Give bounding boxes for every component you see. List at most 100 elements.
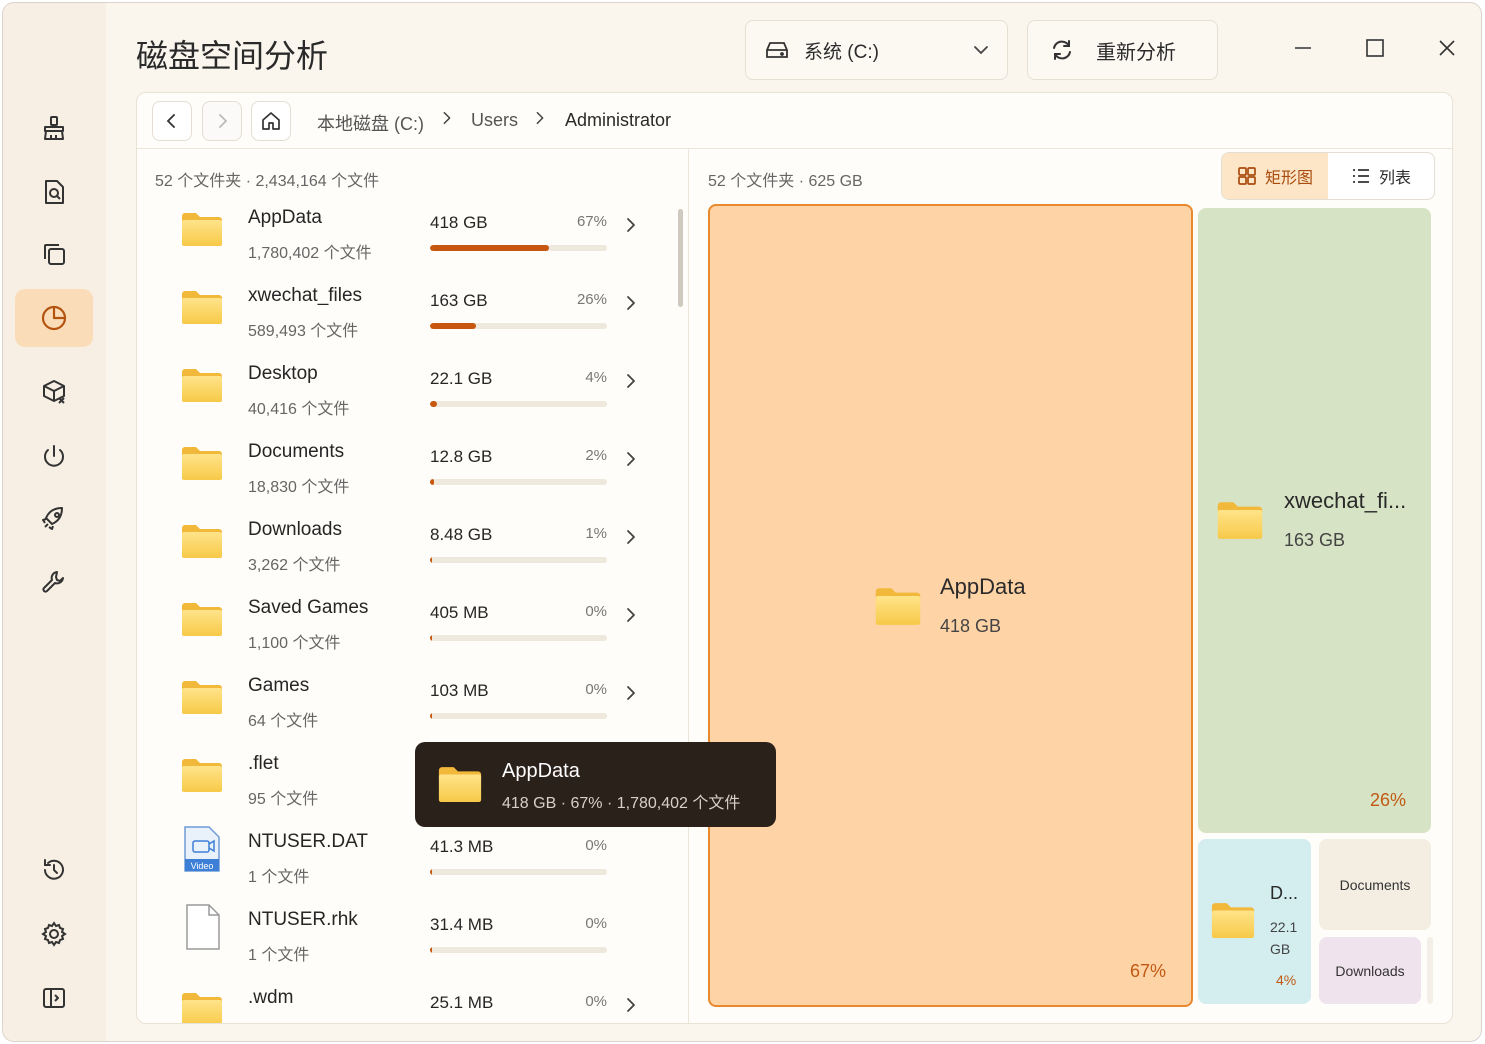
folder-icon (181, 211, 223, 247)
item-file-count: 95 个文件 (248, 791, 319, 808)
tile-percent: 4% (1276, 972, 1297, 988)
treemap-tile-others[interactable] (1427, 937, 1433, 1004)
list-item[interactable]: NTUSER.rhk 1 个文件 31.4 MB 0% (137, 899, 677, 977)
chevron-right-icon[interactable] (623, 217, 639, 238)
item-name: .wdm (248, 987, 294, 1008)
treemap-tile-xwechat[interactable]: xwechat_fi... 163 GB 26% (1198, 208, 1431, 833)
folder-icon (1216, 500, 1264, 540)
svg-text:Video: Video (191, 861, 214, 871)
tile-name: Documents (1339, 877, 1411, 893)
history-icon[interactable] (15, 841, 93, 899)
treemap-tile-documents[interactable]: Documents (1319, 839, 1431, 930)
tile-size: 163 GB (1284, 530, 1346, 550)
item-name: Downloads (248, 519, 342, 540)
list-view-label: 列表 (1378, 170, 1411, 187)
usage-bar-fill (430, 245, 549, 251)
back-button[interactable] (152, 101, 192, 141)
list-item[interactable]: Downloads 3,262 个文件 8.48 GB 1% (137, 509, 677, 587)
list-item[interactable]: AppData 1,780,402 个文件 418 GB 67% (137, 197, 677, 275)
tile-size-line1: 22.1 (1270, 919, 1298, 935)
breadcrumb-item-drive[interactable]: 本地磁盘 (C:) (317, 110, 424, 136)
drive-select[interactable]: 系统 (C:) (745, 20, 1008, 80)
tools-wrench-icon[interactable] (15, 553, 93, 611)
item-percent: 0% (585, 915, 607, 932)
grid-icon (1238, 167, 1256, 185)
item-file-count: 1 个文件 (248, 947, 310, 964)
list-item[interactable]: xwechat_files 589,493 个文件 163 GB 26% (137, 275, 677, 353)
treemap-view-label: 矩形图 (1264, 170, 1313, 187)
uninstall-package-icon[interactable] (15, 363, 93, 421)
list-summary: 52 个文件夹 · 2,434,164 个文件 (155, 173, 380, 190)
item-percent: 67% (576, 213, 607, 230)
usage-bar-fill (430, 401, 438, 407)
treemap-tile-downloads[interactable]: Downloads (1319, 937, 1421, 1004)
item-size: 41.3 MB (430, 837, 494, 856)
breadcrumb-item-administrator[interactable]: Administrator (565, 110, 671, 131)
tile-percent: 26% (1370, 790, 1407, 810)
treemap-tile-appdata[interactable]: AppData 418 GB 67% (708, 204, 1193, 1007)
item-file-count: 1,780,402 个文件 (248, 245, 372, 262)
minimize-icon[interactable] (1288, 33, 1318, 63)
chevron-right-icon[interactable] (623, 529, 639, 550)
file-icon (181, 903, 223, 950)
disk-analysis-icon[interactable] (15, 289, 93, 347)
list-item[interactable]: Video NTUSER.DAT 1 个文件 41.3 MB 0% (137, 821, 677, 899)
cleanup-icon[interactable] (15, 99, 93, 157)
chevron-right-icon[interactable] (623, 685, 639, 706)
item-name: Desktop (248, 363, 318, 384)
collapse-sidebar-icon[interactable] (15, 969, 93, 1027)
folder-icon (181, 757, 223, 793)
item-percent: 1% (585, 525, 607, 542)
item-file-count: 40,416 个文件 (248, 401, 350, 418)
treemap-summary: 52 个文件夹 · 625 GB (708, 173, 863, 190)
startup-power-icon[interactable] (15, 427, 93, 485)
usage-bar-fill (430, 713, 433, 719)
maximize-icon[interactable] (1360, 33, 1390, 63)
video-file-icon: Video (181, 825, 223, 872)
rocket-icon[interactable] (15, 489, 93, 547)
folder-icon (181, 445, 223, 481)
list-item[interactable]: Games 64 个文件 103 MB 0% (137, 665, 677, 743)
duplicate-icon[interactable] (15, 225, 93, 283)
list-scrollbar[interactable] (678, 209, 683, 307)
usage-bar-fill (430, 479, 434, 485)
usage-bar-fill (430, 557, 433, 563)
list-item[interactable]: Desktop 40,416 个文件 22.1 GB 4% (137, 353, 677, 431)
item-name: NTUSER.rhk (248, 909, 358, 930)
chevron-right-icon[interactable] (623, 997, 639, 1018)
item-size: 31.4 MB (430, 915, 494, 934)
close-icon[interactable] (1432, 33, 1462, 63)
forward-button[interactable] (202, 101, 242, 141)
item-size: 22.1 GB (430, 369, 493, 388)
chevron-down-icon (974, 46, 988, 55)
tile-size: 418 GB (940, 616, 1002, 636)
chevron-left-icon (166, 114, 175, 128)
file-search-icon[interactable] (15, 163, 93, 221)
item-size: 418 GB (430, 213, 488, 232)
list-item[interactable]: Saved Games 1,100 个文件 405 MB 0% (137, 587, 677, 665)
folder-icon (874, 586, 922, 626)
tooltip-name: AppData (502, 760, 580, 782)
chevron-right-icon[interactable] (623, 373, 639, 394)
treemap-view-button[interactable]: 矩形图 (1222, 153, 1328, 199)
settings-gear-icon[interactable] (15, 905, 93, 963)
item-file-count: 1,100 个文件 (248, 635, 341, 652)
refresh-icon (1053, 40, 1071, 60)
treemap-pane: 52 个文件夹 · 625 GB 矩形图 列表 AppData 418 GB 6… (690, 149, 1452, 1023)
tile-percent: 67% (1130, 961, 1167, 981)
chevron-right-icon[interactable] (623, 295, 639, 316)
reanalyze-button[interactable]: 重新分析 (1027, 20, 1218, 80)
usage-bar (430, 869, 607, 875)
home-button[interactable] (251, 101, 291, 141)
folder-icon (181, 289, 223, 325)
item-percent: 2% (585, 447, 607, 464)
chevron-right-icon[interactable] (623, 607, 639, 628)
list-view-button[interactable]: 列表 (1328, 153, 1434, 199)
reanalyze-label: 重新分析 (1096, 41, 1176, 64)
breadcrumb-item-users[interactable]: Users (471, 110, 518, 131)
usage-bar (430, 713, 607, 719)
list-item[interactable]: Documents 18,830 个文件 12.8 GB 2% (137, 431, 677, 509)
list-item[interactable]: .wdm 25.1 MB 0% (137, 977, 677, 1024)
chevron-right-icon[interactable] (623, 451, 639, 472)
treemap-tile-desktop[interactable]: D... 22.1 GB 4% (1198, 839, 1311, 1004)
